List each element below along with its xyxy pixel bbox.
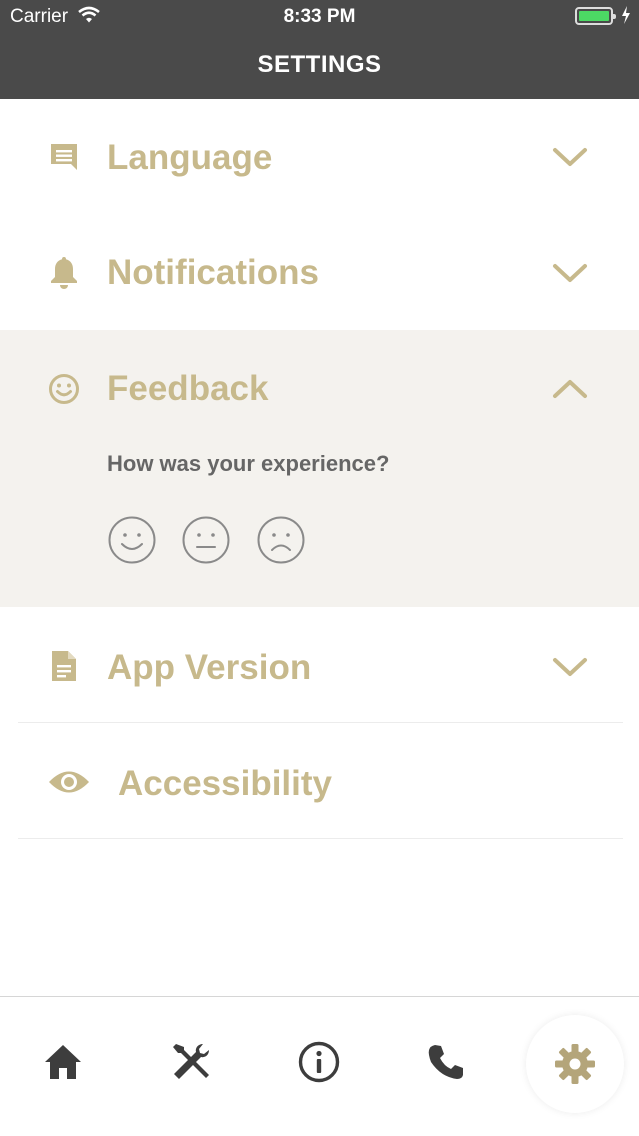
feedback-question: How was your experience? <box>107 451 390 476</box>
sad-face-icon[interactable] <box>257 516 305 564</box>
chevron-down-icon <box>551 261 589 285</box>
info-icon[interactable] <box>297 1040 341 1084</box>
eye-icon <box>48 764 90 800</box>
happy-face-icon[interactable] <box>108 516 156 564</box>
settings-row-accessibility[interactable]: Accessibility <box>0 723 639 838</box>
chevron-down-icon <box>551 145 589 169</box>
smile-icon <box>46 371 82 407</box>
document-icon <box>46 648 82 684</box>
battery-icon <box>575 7 616 25</box>
settings-row-language[interactable]: Language <box>0 99 639 214</box>
neutral-face-icon[interactable] <box>182 516 230 564</box>
status-bar: Carrier 8:33 PM <box>0 0 639 34</box>
page-title: SETTINGS <box>257 51 382 78</box>
settings-row-app-version[interactable]: App Version <box>0 607 639 722</box>
chevron-down-icon <box>551 655 589 679</box>
phone-icon[interactable] <box>424 1040 468 1084</box>
bell-icon <box>46 254 82 290</box>
settings-row-notifications[interactable]: Notifications <box>0 214 639 330</box>
row-label-language: Language <box>107 138 273 177</box>
settings-row-feedback[interactable]: Feedback <box>0 330 639 440</box>
status-time: 8:33 PM <box>283 6 356 27</box>
chat-icon <box>46 139 82 175</box>
tools-icon[interactable] <box>169 1040 213 1084</box>
row-label-feedback: Feedback <box>107 369 269 408</box>
app-header: Carrier 8:33 PM SETTINGS <box>0 0 639 99</box>
row-label-app-version: App Version <box>107 648 312 687</box>
charging-icon <box>621 5 631 31</box>
home-icon[interactable] <box>41 1040 85 1084</box>
settings-gear-icon[interactable] <box>553 1042 597 1086</box>
row-label-notifications: Notifications <box>107 253 319 292</box>
row-divider <box>18 838 623 839</box>
chevron-up-icon <box>551 377 589 401</box>
row-label-accessibility: Accessibility <box>118 764 332 803</box>
